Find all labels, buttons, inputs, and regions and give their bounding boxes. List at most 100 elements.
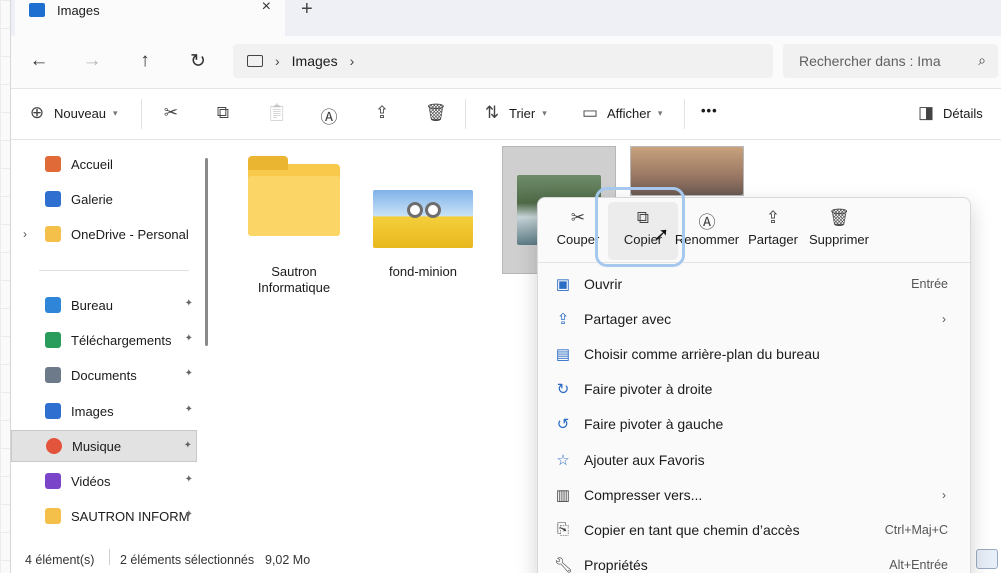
menu-item-add-favorites[interactable]: ☆ Ajouter aux Favoris xyxy=(538,442,970,477)
navigation-bar: ← → ↑ ↻ › Images › Rechercher dans : Ima… xyxy=(11,36,1001,88)
quick-action-share[interactable]: ⇪ Partager xyxy=(738,202,808,260)
this-pc-icon xyxy=(247,55,263,67)
download-icon xyxy=(45,332,61,348)
menu-item-compress[interactable]: ▥ Compresser vers... › xyxy=(538,477,970,512)
file-item-folder[interactable]: Sautron Informatique xyxy=(237,148,351,296)
divider xyxy=(109,549,110,565)
new-tab-button[interactable]: + xyxy=(301,0,313,21)
plus-circle-icon: ⊕ xyxy=(29,103,45,122)
navigation-pane: Accueil Galerie › OneDrive - Personal Bu… xyxy=(11,140,211,545)
tab-images[interactable]: Images × xyxy=(15,0,285,36)
menu-item-set-wallpaper[interactable]: ▤ Choisir comme arrière-plan du bureau xyxy=(538,336,970,371)
details-button[interactable]: ◨ Détails xyxy=(916,103,983,123)
sidebar-item-bureau[interactable]: Bureau ✦ xyxy=(11,289,197,321)
sidebar-item-sautron[interactable]: SAUTRON INFORM ✦ xyxy=(11,500,197,532)
sidebar-scrollbar[interactable] xyxy=(205,158,208,346)
breadcrumb-images[interactable]: Images xyxy=(292,53,338,69)
trash-icon: 🗑︎ xyxy=(828,208,850,227)
refresh-button[interactable]: ↻ xyxy=(187,50,209,73)
sidebar-item-label: Images xyxy=(71,403,114,419)
rename-button[interactable]: Ⓐ xyxy=(319,103,339,128)
sidebar-item-label: OneDrive - Personal xyxy=(71,226,189,242)
view-button[interactable]: ▭ Afficher ▾ xyxy=(580,103,662,123)
folder-icon xyxy=(45,508,61,524)
minion-eye xyxy=(407,202,423,218)
menu-item-rotate-right[interactable]: ↻ Faire pivoter à droite xyxy=(538,371,970,406)
selection-size: 9,02 Mo xyxy=(265,553,311,567)
more-options-button[interactable]: ••• xyxy=(701,103,718,118)
sidebar-item-musique[interactable]: Musique ✦ xyxy=(11,430,197,462)
pin-icon: ✦ xyxy=(184,298,193,309)
menu-item-label: Partager avec xyxy=(584,310,672,327)
pictures-icon xyxy=(45,403,61,419)
sidebar-item-telechargements[interactable]: Téléchargements ✦ xyxy=(11,324,197,356)
home-icon xyxy=(45,156,61,172)
menu-item-label: Ouvrir xyxy=(584,275,623,292)
chevron-right-icon[interactable]: › xyxy=(350,53,355,69)
quick-action-label: Partager xyxy=(748,232,798,247)
menu-item-label: Ajouter aux Favoris xyxy=(584,451,705,468)
back-button[interactable]: ← xyxy=(28,50,50,72)
wrench-icon: 🔧︎ xyxy=(554,556,574,573)
pin-icon: ✦ xyxy=(184,368,193,379)
sidebar-item-images[interactable]: Images ✦ xyxy=(11,395,197,427)
pin-icon: ✦ xyxy=(184,404,193,415)
details-label: Détails xyxy=(943,105,983,121)
file-name: Sautron Informatique xyxy=(257,264,331,295)
tab-bar: Images × + xyxy=(11,0,1001,36)
address-bar[interactable]: › Images › xyxy=(233,44,773,78)
menu-item-label: Propriétés xyxy=(584,556,648,573)
paste-button[interactable]: 📋︎ xyxy=(266,103,288,123)
image-thumbnail xyxy=(373,190,473,248)
share-button[interactable]: ⇪ xyxy=(372,103,392,123)
sidebar-item-galerie[interactable]: Galerie xyxy=(11,183,197,215)
share-icon: ⇪ xyxy=(374,103,390,122)
file-item-image[interactable]: fond-minion xyxy=(366,148,480,280)
sidebar-item-onedrive[interactable]: › OneDrive - Personal xyxy=(11,218,197,250)
new-label: Nouveau xyxy=(54,105,107,121)
search-input[interactable]: Rechercher dans : Ima ⌕ xyxy=(783,44,998,78)
file-name: fond-minion xyxy=(389,264,457,279)
close-tab-icon[interactable]: × xyxy=(262,0,271,16)
sidebar-item-videos[interactable]: Vidéos ✦ xyxy=(11,465,197,497)
share-icon: ⇪ xyxy=(765,208,781,227)
forward-button[interactable]: → xyxy=(81,50,103,72)
search-placeholder: Rechercher dans : Ima xyxy=(799,53,941,69)
menu-item-open[interactable]: ▣ Ouvrir Entrée xyxy=(538,266,970,301)
menu-item-rotate-left[interactable]: ↺ Faire pivoter à gauche xyxy=(538,406,970,441)
cut-button[interactable]: ✂ xyxy=(161,103,181,123)
chevron-right-icon: › xyxy=(275,53,280,69)
quick-action-delete[interactable]: 🗑︎ Supprimer xyxy=(804,202,874,260)
music-icon xyxy=(46,438,62,454)
star-icon: ☆ xyxy=(556,451,570,469)
copy-button[interactable]: ⧉ xyxy=(213,103,233,123)
details-view-toggle[interactable] xyxy=(976,549,998,569)
archive-icon: ▥ xyxy=(555,486,571,504)
menu-item-label: Choisir comme arrière-plan du bureau xyxy=(584,345,820,362)
divider xyxy=(39,270,189,271)
new-button[interactable]: ⊕ Nouveau ▾ xyxy=(27,103,118,123)
selection-count: 2 éléments sélectionnés xyxy=(120,553,255,567)
sidebar-item-label: Bureau xyxy=(71,297,113,313)
chevron-down-icon: ▾ xyxy=(657,107,663,118)
menu-item-copy-path[interactable]: ⎘ Copier en tant que chemin d’accès Ctrl… xyxy=(538,512,970,547)
sidebar-item-label: Galerie xyxy=(71,191,113,207)
folder-icon xyxy=(248,156,340,236)
rename-icon: Ⓐ xyxy=(320,108,338,127)
clipboard-icon: 📋︎ xyxy=(266,103,288,122)
menu-item-properties[interactable]: 🔧︎ Propriétés Alt+Entrée xyxy=(538,547,970,573)
divider xyxy=(684,99,685,129)
delete-button[interactable]: 🗑︎ xyxy=(425,103,447,123)
menu-item-share-with[interactable]: ⇪ Partager avec › xyxy=(538,301,970,336)
menu-item-shortcut: Ctrl+Maj+C xyxy=(884,522,948,537)
chevron-right-icon[interactable]: › xyxy=(23,227,27,241)
share-icon: ⇪ xyxy=(556,310,570,328)
sidebar-item-label: SAUTRON INFORM xyxy=(71,508,190,524)
sidebar-item-documents[interactable]: Documents ✦ xyxy=(11,359,197,391)
up-button[interactable]: ↑ xyxy=(134,50,156,72)
view-label: Afficher xyxy=(607,105,651,121)
tab-label: Images xyxy=(57,2,100,18)
sort-button[interactable]: ⇅ Trier ▾ xyxy=(482,103,547,123)
sidebar-item-accueil[interactable]: Accueil xyxy=(11,148,197,180)
quick-action-label: Supprimer xyxy=(809,232,869,247)
